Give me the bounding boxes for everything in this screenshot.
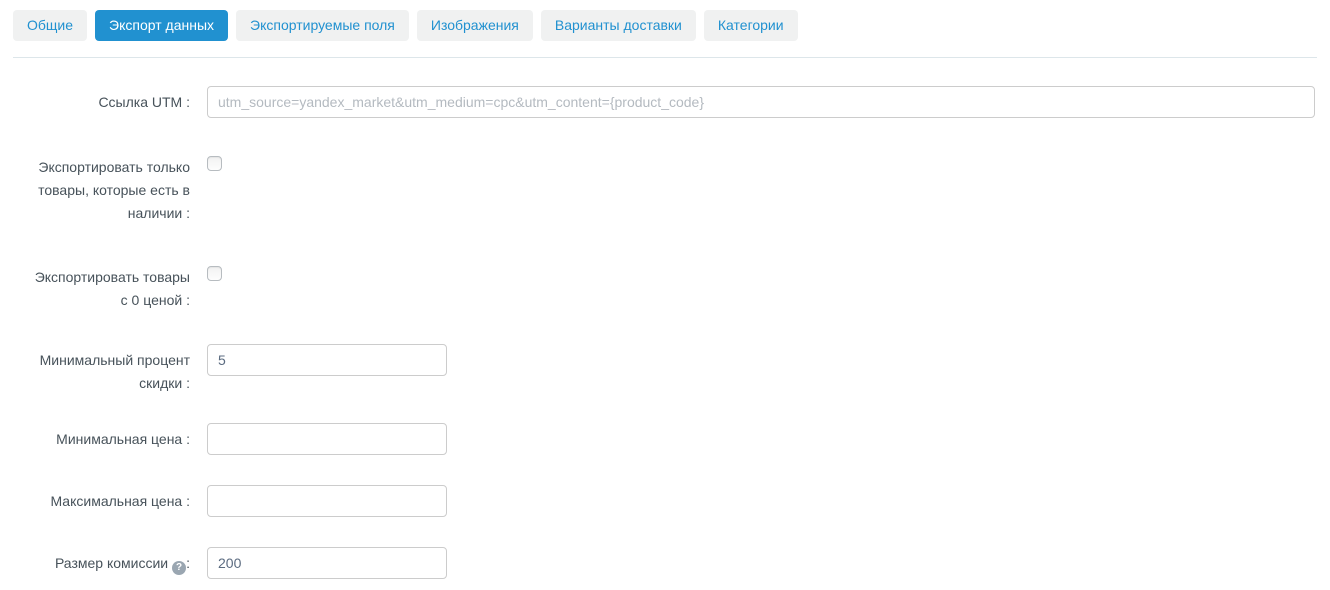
tab-data-export[interactable]: Экспорт данных [95, 10, 229, 41]
max-price-label: Максимальная цена : [50, 493, 190, 509]
max-price-control [207, 485, 447, 517]
commission-control [207, 547, 447, 579]
form-group-max-price: Максимальная цена : [26, 485, 1315, 517]
commission-label-text: Размер комиссии [54, 555, 169, 571]
form-group-export-zero-price: Экспортировать товары с 0 ценой : [26, 261, 1315, 312]
export-settings-form: Ссылка UTM : Экспортировать только товар… [0, 58, 1330, 579]
form-group-commission: Размер комиссии?: [26, 547, 1315, 579]
export-zero-price-checkbox[interactable] [207, 266, 222, 281]
export-in-stock-only-label: Экспортировать только товары, которые ес… [38, 159, 190, 221]
utm-link-control [207, 86, 1315, 118]
form-group-export-in-stock-only: Экспортировать только товары, которые ес… [26, 151, 1315, 225]
form-group-min-price: Минимальная цена : [26, 423, 1315, 455]
tab-general[interactable]: Общие [13, 10, 88, 41]
utm-link-label: Ссылка UTM : [98, 94, 190, 110]
settings-page: Общие Экспорт данных Экспортируемые поля… [0, 0, 1330, 579]
export-in-stock-only-checkbox[interactable] [207, 156, 222, 171]
tab-delivery-options[interactable]: Варианты доставки [540, 10, 696, 41]
export-zero-price-control [207, 261, 1315, 286]
tab-exported-fields[interactable]: Экспортируемые поля [236, 10, 409, 41]
export-in-stock-only-control [207, 151, 1315, 176]
commission-label: Размер комиссии?: [26, 547, 190, 575]
min-discount-control [207, 344, 447, 376]
help-question-icon[interactable]: ? [172, 560, 187, 575]
min-price-label: Минимальная цена : [56, 431, 190, 447]
form-group-min-discount: Минимальный процент скидки : [26, 344, 1315, 395]
commission-input[interactable] [207, 547, 447, 579]
commission-label-colon: : [186, 555, 190, 571]
export-zero-price-label: Экспортировать товары с 0 ценой : [34, 269, 190, 308]
min-price-control [207, 423, 447, 455]
tab-images[interactable]: Изображения [416, 10, 533, 41]
min-discount-label: Минимальный процент скидки : [39, 352, 190, 391]
form-group-utm-link: Ссылка UTM : [26, 86, 1315, 118]
min-price-input[interactable] [207, 423, 447, 455]
min-discount-input[interactable] [207, 344, 447, 376]
tab-bar: Общие Экспорт данных Экспортируемые поля… [0, 0, 1330, 41]
utm-link-input[interactable] [207, 86, 1315, 118]
tab-categories[interactable]: Категории [703, 10, 798, 41]
max-price-input[interactable] [207, 485, 447, 517]
